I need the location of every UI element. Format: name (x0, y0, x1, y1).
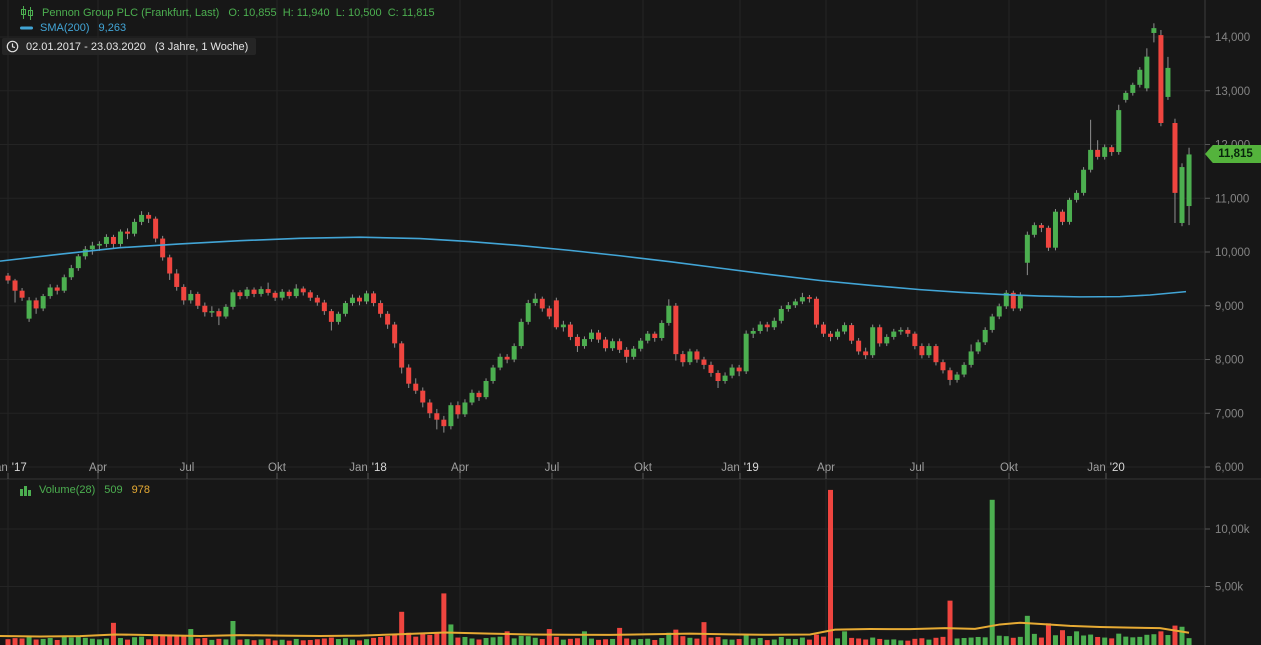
svg-text:8,000: 8,000 (1215, 355, 1244, 367)
chart-window: 14,00013,00012,00011,00010,0009,0008,000… (0, 0, 1261, 645)
sma-value: 9,263 (99, 22, 127, 34)
svg-text:Apr: Apr (817, 462, 835, 474)
symbol-title: Pennon Group PLC (Frankfurt, Last) (42, 7, 219, 19)
svg-text:9,000: 9,000 (1215, 301, 1244, 313)
date-range: 02.01.2017 - 23.03.2020 (26, 41, 146, 53)
svg-text:14,000: 14,000 (1215, 32, 1250, 44)
svg-text:Okt: Okt (1000, 462, 1019, 474)
svg-text:Jul: Jul (180, 462, 195, 474)
sma-label: SMA(200) (40, 22, 90, 34)
volume-label: Volume(28) (39, 484, 95, 496)
sma-legend: SMA(200) 9,263 (20, 22, 126, 34)
svg-text:Jan'17: Jan'17 (0, 462, 27, 474)
range-detail: (3 Jahre, 1 Woche) (155, 41, 248, 53)
svg-text:Okt: Okt (268, 462, 287, 474)
volume-legend: Volume(28) 509 978 (20, 484, 150, 496)
svg-text:6,000: 6,000 (1215, 462, 1244, 474)
svg-text:13,000: 13,000 (1215, 86, 1250, 98)
svg-text:Apr: Apr (451, 462, 469, 474)
volume-ma-value: 978 (132, 484, 150, 496)
svg-text:11,000: 11,000 (1215, 193, 1249, 205)
date-range-chip: 02.01.2017 - 23.03.2020 (3 Jahre, 1 Woch… (2, 38, 256, 55)
sma-line-icon (20, 26, 33, 30)
symbol-legend: Pennon Group PLC (Frankfurt, Last) O: 10… (20, 6, 435, 20)
volume-value: 509 (104, 484, 122, 496)
svg-text:Okt: Okt (634, 462, 653, 474)
volume-bars-icon (20, 484, 32, 496)
clock-icon (6, 40, 19, 53)
svg-text:10,00k: 10,00k (1215, 524, 1250, 536)
chart-canvas[interactable]: 14,00013,00012,00011,00010,0009,0008,000… (0, 0, 1261, 645)
svg-text:7,000: 7,000 (1215, 408, 1244, 420)
svg-text:Jul: Jul (910, 462, 925, 474)
ohlc-values: O: 10,855 H: 11,940 L: 10,500 C: 11,815 (228, 7, 434, 19)
svg-text:5,00k: 5,00k (1215, 582, 1243, 594)
candlestick-chart-icon (20, 6, 35, 20)
svg-text:Apr: Apr (89, 462, 107, 474)
svg-text:Jul: Jul (545, 462, 560, 474)
last-price-badge: 11,815 (1205, 145, 1261, 163)
svg-text:10,000: 10,000 (1215, 247, 1250, 259)
